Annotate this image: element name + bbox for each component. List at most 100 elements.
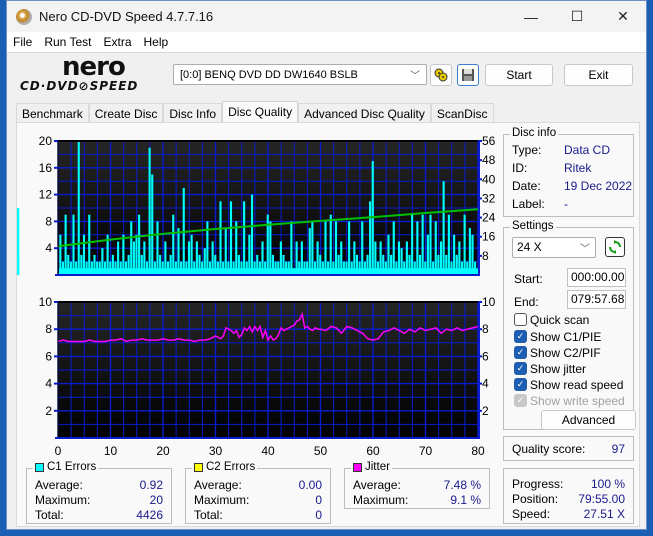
close-button[interactable]: ✕ — [600, 1, 646, 32]
tab-create-disc[interactable]: Create Disc — [88, 103, 164, 123]
tab-scandisc[interactable]: ScanDisc — [430, 103, 494, 123]
x-tick-label: 40 — [261, 444, 275, 456]
c1-bar — [135, 234, 138, 275]
x-tick-label: 10 — [104, 281, 118, 283]
c1-bar — [279, 241, 282, 275]
x-tick-label: 80 — [471, 281, 485, 283]
minimize-button[interactable]: — — [508, 1, 554, 32]
c1-bar — [153, 261, 156, 275]
y-tick-label: 2 — [45, 404, 52, 418]
x-tick-label: 50 — [314, 444, 328, 456]
y2-tick-label: 24 — [482, 211, 496, 225]
c1-bar — [342, 261, 345, 275]
drive-select-value: [0:0] BENQ DVD DD DW1640 BSLB — [180, 68, 358, 81]
nero-app-icon — [16, 8, 32, 25]
c1-bar — [324, 221, 327, 275]
tab-advanced-disc-quality[interactable]: Advanced Disc Quality — [298, 103, 431, 123]
c1-bar — [290, 221, 293, 275]
show-c1-pie-checkbox[interactable]: ✓ Show C1/PIE — [514, 329, 601, 344]
quality-score-value: 97 — [611, 442, 625, 456]
advanced-button[interactable]: Advanced — [541, 410, 636, 430]
disc-info-title: Disc info — [510, 127, 559, 139]
tab-disc-info[interactable]: Disc Info — [163, 103, 223, 123]
c1-bar — [101, 248, 104, 275]
c1-bar — [329, 214, 332, 275]
c1-bar — [111, 254, 114, 275]
refresh-speed-button[interactable] — [605, 237, 625, 257]
c1-bar — [219, 201, 222, 275]
c1-errors-chart: 01020304050607080481216208162432404856 — [17, 134, 496, 283]
c2-errors-title: C2 Errors — [206, 461, 256, 473]
c1-bar — [460, 261, 464, 275]
maximize-button[interactable]: ☐ — [554, 1, 600, 32]
c1-bar — [298, 261, 301, 275]
tab-disc-quality[interactable]: Disc Quality — [222, 101, 299, 123]
quick-scan-checkbox[interactable]: Quick scan — [514, 312, 589, 327]
c1-bar — [140, 254, 143, 275]
c1-bar — [316, 241, 319, 275]
menu-extra[interactable]: Extra — [97, 35, 137, 49]
c1-bar — [138, 214, 141, 275]
menu-file[interactable]: File — [7, 35, 38, 49]
y2-tick-label: 8 — [482, 322, 489, 336]
show-read-speed-checkbox[interactable]: ✓ Show read speed — [514, 377, 623, 392]
start-time-input[interactable]: 000:00.00 — [567, 268, 626, 287]
exit-button[interactable]: Exit — [564, 64, 633, 86]
c1-bar — [403, 261, 406, 275]
c1-bar — [418, 254, 422, 275]
c1-average-value: 0.92 — [139, 478, 163, 492]
c1-errors-title: C1 Errors — [47, 461, 97, 473]
exit-button-label: Exit — [588, 68, 609, 82]
logo-cd-dvd-speed-text: CD·DVD⊘SPEED — [20, 79, 139, 93]
chevron-down-icon: ﹀ — [580, 244, 590, 255]
start-button[interactable]: Start — [485, 64, 553, 86]
c1-bar — [277, 261, 280, 275]
c1-bar — [132, 241, 135, 275]
c1-bar — [392, 221, 395, 275]
c1-bar — [187, 241, 191, 275]
speed-value: 27.51 X — [583, 507, 625, 521]
c1-total-row: Total: 4426 — [35, 508, 163, 522]
c1-bar — [235, 221, 238, 275]
disc-id-row: ID: Ritek — [512, 161, 592, 175]
drive-select[interactable]: [0:0] BENQ DVD DD DW1640 BSLB ﹀ — [173, 64, 427, 85]
save-button[interactable] — [457, 64, 479, 86]
c1-bar — [455, 254, 458, 275]
menu-bar: File Run Test Extra Help — [7, 32, 646, 52]
c1-bar — [237, 254, 240, 275]
c1-bar — [463, 214, 466, 275]
settings-title: Settings — [510, 220, 556, 232]
y-tick-label: 10 — [39, 295, 53, 309]
end-time-input[interactable]: 079:57.68 — [567, 290, 626, 309]
c1-bar — [80, 254, 83, 275]
c1-bar — [447, 214, 450, 275]
c1-bar — [292, 268, 296, 275]
c1-bar — [295, 241, 298, 275]
x-tick-label: 60 — [366, 444, 380, 456]
show-c2-pif-checkbox[interactable]: ✓ Show C2/PIF — [514, 345, 601, 360]
tab-benchmark[interactable]: Benchmark — [16, 103, 89, 123]
jitter-chart: 0 10 20 30 40 50 60 70 80 2 4 6 8 10 2 4 6 8 10 — [39, 295, 496, 456]
eject-refresh-button[interactable] — [430, 64, 452, 86]
c1-bar — [114, 261, 117, 275]
minimize-icon: — — [524, 8, 538, 25]
c1-bar — [98, 261, 101, 275]
show-jitter-checkbox[interactable]: ✓ Show jitter — [514, 361, 586, 376]
jitter-average-value: 7.48 % — [443, 478, 481, 492]
x-tick-label: 60 — [366, 281, 380, 283]
y2-tick-label: 4 — [482, 377, 489, 391]
x-tick-label: 0 — [55, 444, 62, 456]
c1-bar — [240, 261, 243, 275]
disc-id-value: Ritek — [564, 161, 592, 175]
c1-bar — [287, 261, 290, 275]
c1-bar — [245, 261, 248, 275]
menu-help[interactable]: Help — [138, 35, 175, 49]
disc-date-value: 19 Dec 2022 — [564, 179, 633, 193]
speed-select[interactable]: 24 X ﹀ — [512, 237, 596, 258]
x-tick-label: 50 — [314, 281, 328, 283]
menu-run-test[interactable]: Run Test — [38, 35, 97, 49]
c1-bar — [93, 254, 96, 275]
y-tick-label: 8 — [45, 322, 52, 336]
x-tick-label: 20 — [156, 281, 170, 283]
c1-bar — [261, 241, 264, 275]
